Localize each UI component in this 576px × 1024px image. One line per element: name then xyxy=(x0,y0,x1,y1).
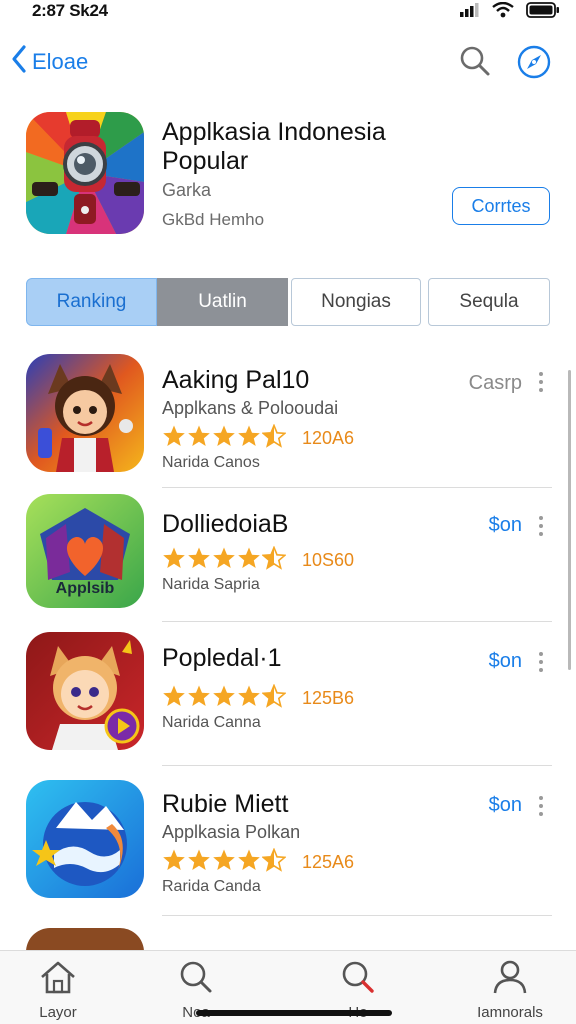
app-icon xyxy=(26,354,144,472)
contact-button[interactable]: Corrtes xyxy=(452,187,550,225)
search-icon xyxy=(338,961,378,999)
person-icon xyxy=(490,960,530,999)
signal-icon xyxy=(460,3,480,22)
star-icon xyxy=(237,546,261,575)
segmented-control: Ranking Uatlin Nongias Sequla xyxy=(26,278,550,326)
back-label: Eloae xyxy=(32,49,89,74)
featured-app-icon[interactable] xyxy=(26,112,144,234)
star-icon xyxy=(187,546,211,575)
app-developer: Narida Sapria xyxy=(162,576,260,593)
star-icon xyxy=(212,684,236,713)
divider xyxy=(162,915,552,916)
star-rating xyxy=(162,847,287,877)
divider xyxy=(162,765,552,766)
app-icon-text: Applsib xyxy=(55,580,115,597)
list-item[interactable]: Rubie Miett Applkasia Polkan 125A6 Rarid… xyxy=(0,780,576,916)
app-developer: Narida Canos xyxy=(162,454,260,471)
more-icon[interactable] xyxy=(536,372,546,392)
star-icon xyxy=(162,424,186,453)
star-icon xyxy=(212,848,236,877)
star-rating xyxy=(162,683,287,713)
star-icon xyxy=(237,848,261,877)
half-star-icon xyxy=(261,683,287,713)
wifi-icon xyxy=(492,1,514,23)
list-item[interactable]: Popledal·1 125B6 Narida Canna $on xyxy=(0,632,576,766)
tab-layor[interactable]: Layor xyxy=(8,959,108,1021)
app-name: Aaking Pal10 xyxy=(162,366,310,394)
more-icon[interactable] xyxy=(536,652,546,672)
divider xyxy=(162,487,552,488)
back-button[interactable]: Eloae xyxy=(10,44,88,80)
home-icon xyxy=(38,961,78,999)
app-name: Popledal·1 xyxy=(162,644,282,672)
featured-app-developer: GkBd Hemho xyxy=(162,210,265,229)
list-item[interactable]: Aaking Pal10 Applkans & Polooudai 120A6 … xyxy=(0,354,576,488)
star-icon xyxy=(237,684,261,713)
list-item[interactable]: Applsib DolliedoiaB 10S60 Narida Sapria … xyxy=(0,494,576,622)
price-button[interactable]: Casrp xyxy=(469,372,522,395)
search-icon[interactable] xyxy=(458,44,492,83)
half-star-icon xyxy=(261,545,287,575)
compass-icon[interactable] xyxy=(516,44,552,85)
half-star-icon xyxy=(261,423,287,453)
star-rating xyxy=(162,423,287,453)
rating-count: 125A6 xyxy=(302,852,355,872)
tab-label: Iamnorals xyxy=(477,1004,543,1021)
app-icon: Applsib xyxy=(26,494,144,608)
star-icon xyxy=(237,424,261,453)
status-time: 2:87 Sk24 xyxy=(32,1,108,20)
rating-count: 10S60 xyxy=(302,550,355,570)
tab-sequla[interactable]: Sequla xyxy=(428,278,550,326)
app-developer: Narida Canna xyxy=(162,714,261,731)
star-icon xyxy=(187,684,211,713)
tab-ranking[interactable]: Ranking xyxy=(26,278,157,326)
star-rating xyxy=(162,545,287,575)
featured-app-title: Applkasia Indonesia Popular xyxy=(162,118,386,175)
star-icon xyxy=(162,684,186,713)
status-icons xyxy=(460,1,560,23)
more-icon[interactable] xyxy=(536,516,546,536)
app-name: DolliedoiaB xyxy=(162,510,289,538)
app-category: Applkasia Polkan xyxy=(162,822,301,842)
tab-iamnorals[interactable]: Iamnorals xyxy=(460,959,560,1021)
star-icon xyxy=(187,424,211,453)
price-button[interactable]: $on xyxy=(489,794,522,817)
star-icon xyxy=(212,424,236,453)
app-category: Applkans & Polooudai xyxy=(162,398,339,418)
star-icon xyxy=(162,848,186,877)
rating-count: 125B6 xyxy=(302,688,355,708)
app-developer: Rarida Canda xyxy=(162,878,261,895)
price-button[interactable]: $on xyxy=(489,650,522,673)
chevron-left-icon xyxy=(10,44,28,80)
tab-uatlin[interactable]: Uatlin xyxy=(157,278,288,326)
half-star-icon xyxy=(261,847,287,877)
app-name: Rubie Miett xyxy=(162,790,289,818)
star-icon xyxy=(187,848,211,877)
featured-app: Applkasia Indonesia Popular Garka GkBd H… xyxy=(0,112,576,242)
nav-bar: Eloae xyxy=(0,38,576,88)
featured-app-subtitle: Garka xyxy=(162,180,212,200)
app-icon xyxy=(26,780,144,898)
tab-label: Layor xyxy=(39,1004,77,1021)
star-icon xyxy=(162,546,186,575)
rating-count: 120A6 xyxy=(302,428,355,448)
divider xyxy=(162,621,552,622)
app-icon xyxy=(26,632,144,750)
tab-nongias[interactable]: Nongias xyxy=(291,278,421,326)
status-bar: 2:87 Sk24 xyxy=(0,0,576,24)
more-icon[interactable] xyxy=(536,796,546,816)
battery-icon xyxy=(526,2,560,23)
home-indicator xyxy=(196,1010,392,1016)
price-button[interactable]: $on xyxy=(489,514,522,537)
star-icon xyxy=(212,546,236,575)
search-icon xyxy=(176,961,216,999)
